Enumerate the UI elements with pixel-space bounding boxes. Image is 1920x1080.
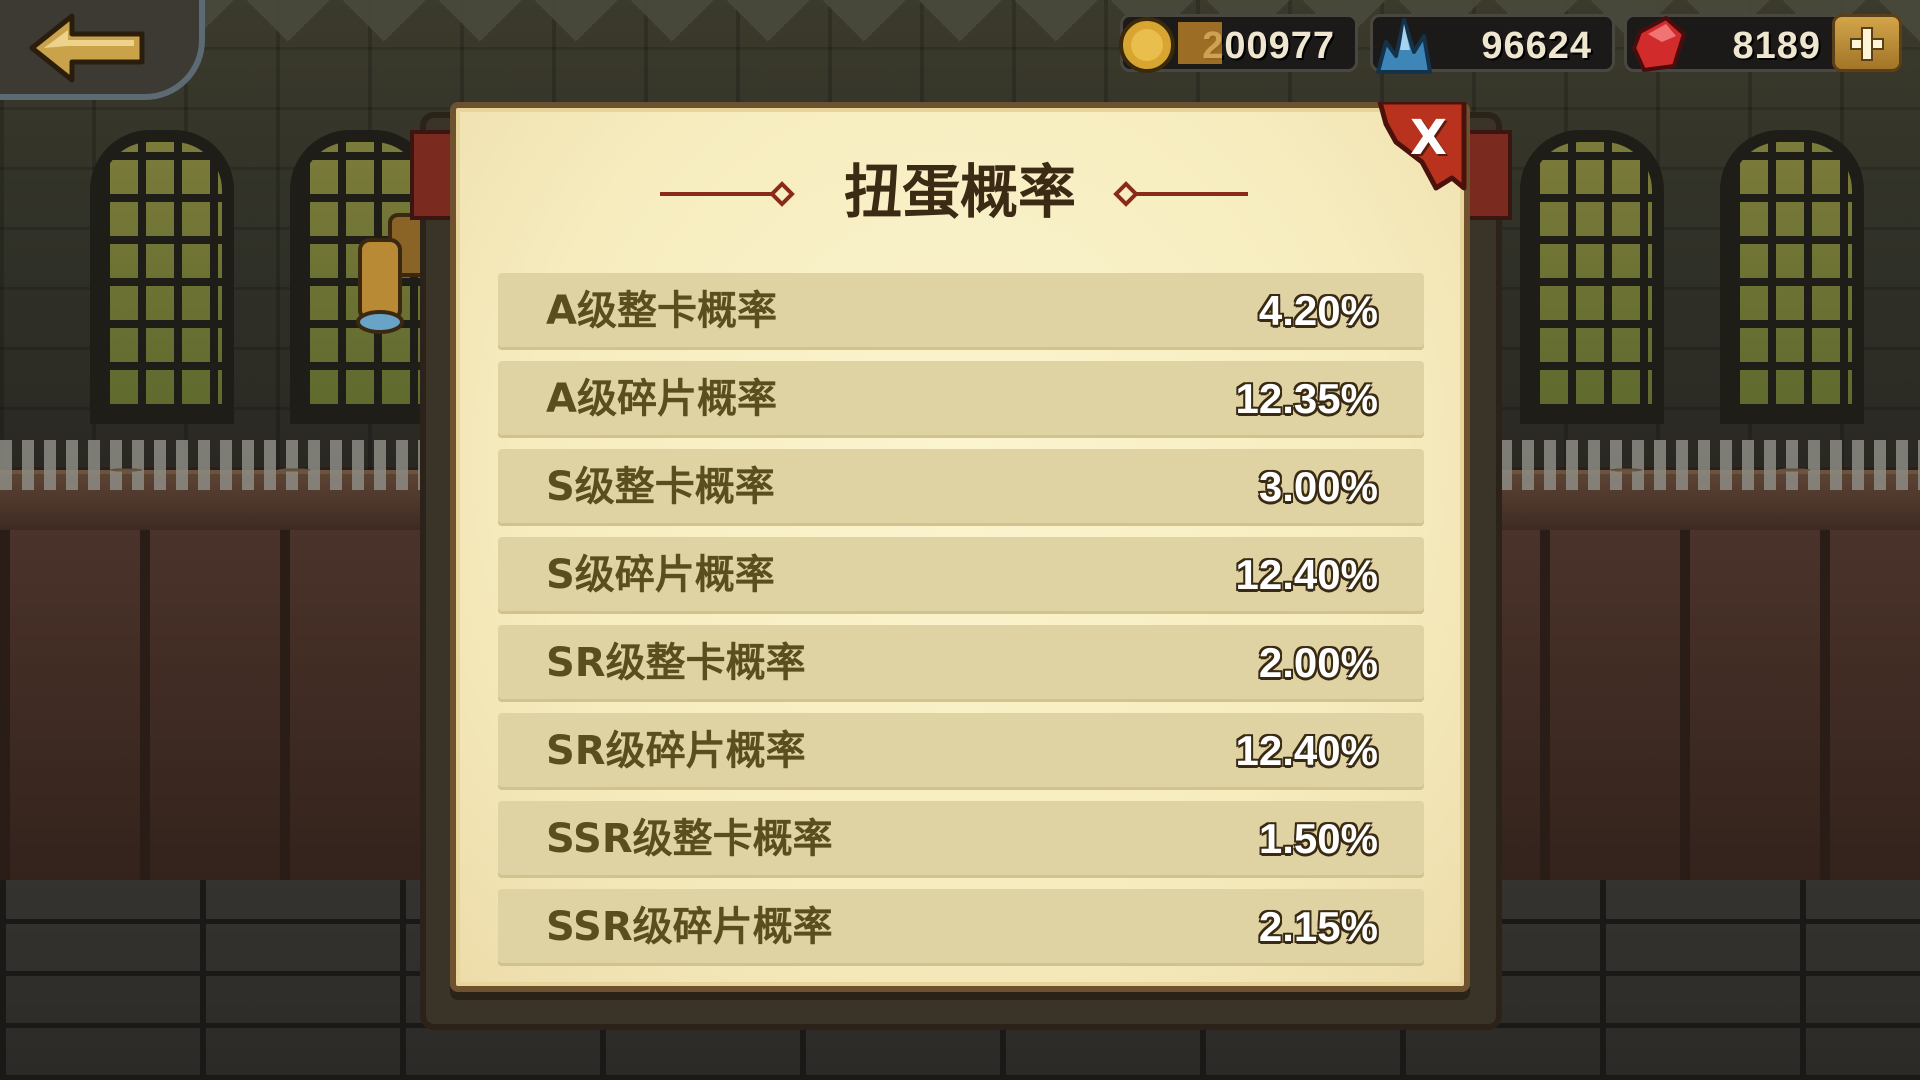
rate-value: 3.00%	[1258, 463, 1378, 510]
rate-row: S级碎片概率 12.40%	[498, 537, 1424, 614]
gold-coin-amount: 200977	[1202, 25, 1335, 67]
close-icon: X	[1410, 110, 1448, 166]
rate-row: SR级碎片概率 12.40%	[498, 713, 1424, 790]
rate-value: 12.40%	[1235, 727, 1378, 774]
background-window	[1520, 130, 1664, 424]
rate-value: 2.00%	[1258, 639, 1378, 686]
rate-row: SSR级碎片概率 2.15%	[498, 889, 1424, 966]
game-scene: 200977 96624 8189 扭蛋概率 X A级整卡概率 4.20% A级…	[0, 0, 1920, 1080]
title-ornament-right	[1113, 181, 1248, 207]
rate-row: A级整卡概率 4.20%	[498, 273, 1424, 350]
rate-label: SSR级整卡概率	[546, 816, 833, 862]
back-arrow-icon	[29, 13, 145, 83]
shelf-items	[0, 440, 420, 490]
gold-coin-icon	[1119, 17, 1175, 73]
rate-value: 1.50%	[1258, 815, 1378, 862]
back-button[interactable]	[0, 0, 205, 100]
close-button[interactable]: X	[1372, 102, 1470, 194]
dialog-title: 扭蛋概率	[843, 158, 1076, 226]
rates-list: A级整卡概率 4.20% A级碎片概率 12.35% S级整卡概率 3.00% …	[498, 273, 1424, 977]
rate-value: 4.20%	[1258, 287, 1378, 334]
add-currency-button[interactable]	[1832, 14, 1902, 72]
shelf-items	[1500, 440, 1920, 490]
rate-label: SR级整卡概率	[546, 640, 806, 686]
rate-row: A级碎片概率 12.35%	[498, 361, 1424, 438]
rate-value: 2.15%	[1258, 903, 1378, 950]
red-gem-icon	[1632, 16, 1686, 72]
rate-label: SSR级碎片概率	[546, 904, 833, 950]
rate-label: S级整卡概率	[546, 464, 775, 510]
rate-label: SR级碎片概率	[546, 728, 806, 774]
crystal-amount: 96624	[1481, 25, 1592, 67]
rate-value: 12.35%	[1235, 375, 1378, 422]
rate-label: A级整卡概率	[546, 288, 777, 334]
rate-label: S级碎片概率	[546, 552, 775, 598]
background-window	[90, 130, 234, 424]
blue-crystal-icon	[1376, 18, 1432, 74]
rate-value: 12.40%	[1235, 551, 1378, 598]
gold-coin-bar	[1178, 22, 1222, 64]
background-window	[1720, 130, 1864, 424]
rate-row: S级整卡概率 3.00%	[498, 449, 1424, 526]
rate-row: SR级整卡概率 2.00%	[498, 625, 1424, 702]
rate-label: A级碎片概率	[546, 376, 777, 422]
ruby-amount: 8189	[1732, 25, 1821, 67]
rate-row: SSR级整卡概率 1.50%	[498, 801, 1424, 878]
